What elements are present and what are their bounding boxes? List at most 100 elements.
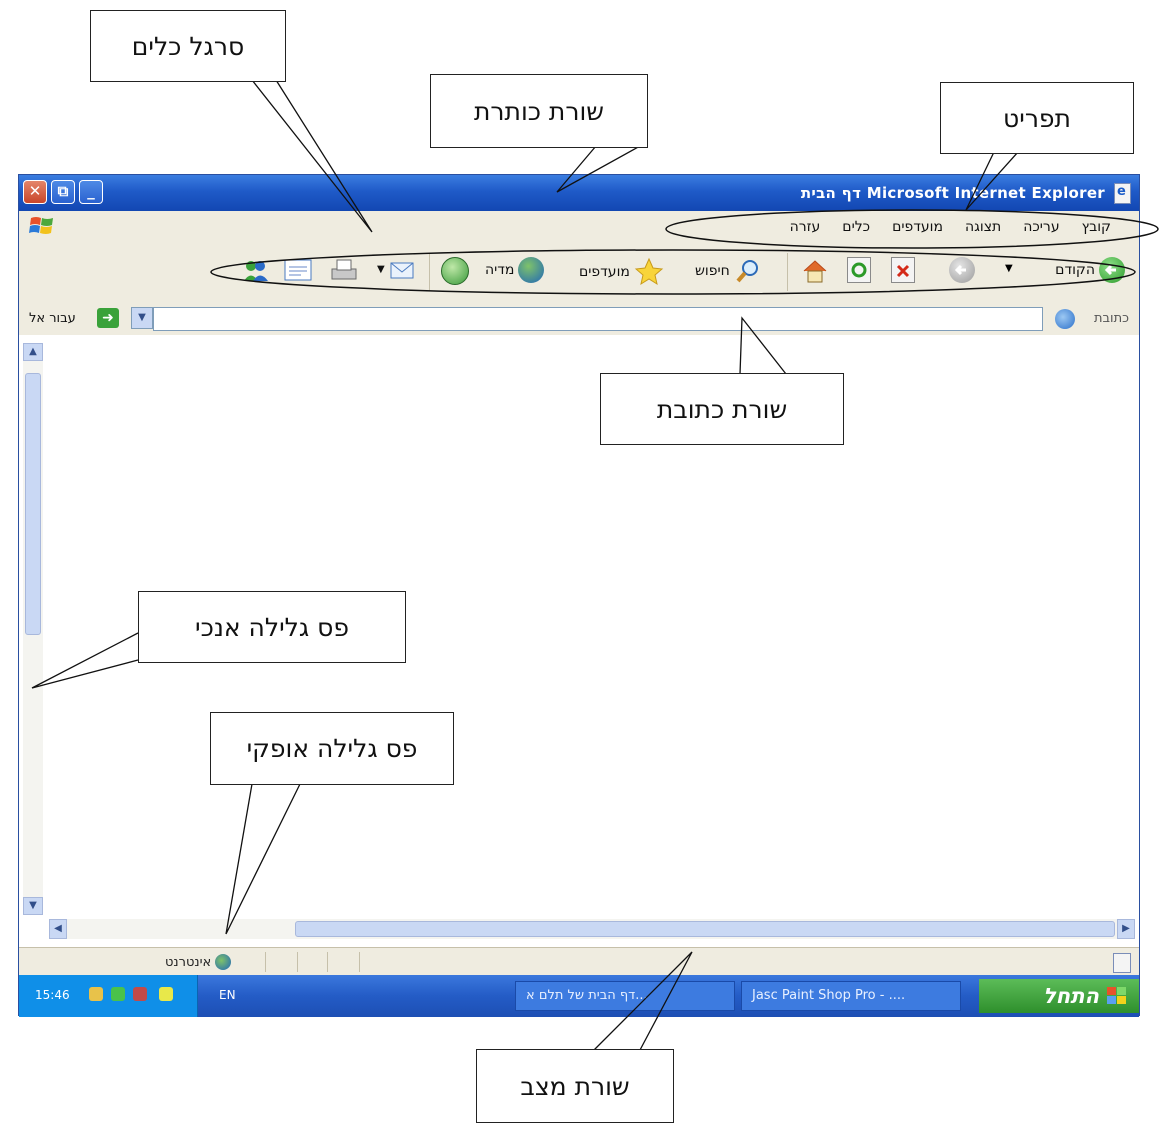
messenger-button[interactable] (241, 257, 271, 285)
refresh-button[interactable] (847, 257, 871, 283)
restore-button[interactable]: ⧉ (51, 180, 75, 204)
vertical-scroll-thumb[interactable] (25, 373, 41, 635)
search-button[interactable]: חיפוש (695, 257, 762, 285)
callout-vscroll-text: פס גלילה אנכי (195, 612, 349, 642)
system-tray: 15:46 (19, 975, 198, 1017)
task-label: דף הבית של תלם א... (526, 988, 648, 1003)
minimize-button[interactable]: _ (79, 180, 103, 204)
favorites-button[interactable]: מועדפים (579, 257, 664, 287)
close-button[interactable]: ✕ (23, 180, 47, 204)
menu-favorites[interactable]: מועדפים (892, 219, 943, 235)
status-bar: אינטרנט (19, 947, 1139, 976)
status-divider (327, 952, 328, 972)
taskbar-task-psp[interactable]: Jasc Paint Shop Pro - .... (741, 981, 961, 1011)
ie-page-icon (1114, 183, 1131, 204)
toolbar-separator (429, 253, 430, 291)
back-button[interactable]: הקודם (1055, 257, 1125, 283)
scroll-right-icon[interactable]: ▶ (1117, 919, 1135, 939)
menu-view[interactable]: תצוגה (965, 219, 1001, 235)
status-divider (359, 952, 360, 972)
scroll-up-icon[interactable]: ▲ (23, 343, 43, 361)
title-bar[interactable]: ✕ ⧉ _ דף הבית Microsoft Internet Explore… (19, 175, 1139, 211)
edit-button[interactable] (283, 257, 313, 283)
scroll-down-icon[interactable]: ▼ (23, 897, 43, 915)
callout-addressbar: שורת כתובת (600, 373, 844, 445)
home-icon (801, 257, 829, 285)
go-arrow-icon[interactable]: ➜ (97, 308, 119, 328)
callout-toolbar: סרגל כלים (90, 10, 286, 82)
mail-button[interactable]: ▼ (377, 257, 417, 281)
task-label: Jasc Paint Shop Pro - .... (752, 988, 906, 1003)
mail-icon (389, 257, 417, 281)
status-page-icon (1113, 953, 1131, 973)
taskbar: 15:46 EN דף הבית של תלם א... Jasc Paint … (19, 975, 1139, 1017)
callout-titlebar: שורת כותרת (430, 74, 648, 148)
favorites-icon (634, 257, 664, 287)
edit-icon (283, 257, 313, 283)
print-button[interactable] (329, 257, 359, 285)
media-label: מדיה (485, 262, 515, 278)
menu-bar: קובץ עריכה תצוגה מועדפים כלים עזרה (19, 211, 1139, 244)
callout-hscroll-text: פס גלילה אופקי (246, 734, 418, 763)
address-input[interactable] (153, 307, 1043, 331)
menu-tools[interactable]: כלים (842, 219, 870, 235)
callout-statusbar-text: שורת מצב (520, 1071, 630, 1101)
tray-icon[interactable] (159, 987, 173, 1001)
tray-icon[interactable] (111, 987, 125, 1001)
language-indicator[interactable]: EN (219, 988, 236, 1002)
clock: 15:46 (35, 988, 70, 1002)
horizontal-scrollbar[interactable]: ◀ ▶ (49, 919, 1135, 939)
callout-addressbar-text: שורת כתובת (656, 394, 788, 424)
taskbar-task-ie[interactable]: דף הבית של תלם א... (515, 981, 735, 1011)
windows-flag-icon (1107, 987, 1126, 1004)
status-zone: אינטרנט (165, 954, 232, 970)
mail-dropdown-icon[interactable]: ▼ (377, 264, 385, 275)
page-icon (1055, 309, 1075, 329)
media-icon (518, 257, 545, 283)
home-button[interactable] (801, 257, 829, 285)
address-bar: כתובת ▼ ➜ עבור אל (19, 303, 1139, 337)
start-button[interactable]: התחל (979, 979, 1139, 1013)
history-button[interactable] (441, 257, 469, 285)
menu-edit[interactable]: עריכה (1023, 219, 1059, 235)
tray-icon[interactable] (133, 987, 147, 1001)
back-icon (1099, 257, 1125, 283)
scroll-left-icon[interactable]: ◀ (49, 919, 67, 939)
address-label: כתובת (1093, 311, 1129, 326)
horizontal-scroll-thumb[interactable] (295, 921, 1115, 937)
forward-icon (949, 257, 975, 283)
menu-help[interactable]: עזרה (790, 219, 821, 235)
favorites-label: מועדפים (579, 264, 630, 280)
back-label: הקודם (1055, 262, 1095, 278)
callout-statusbar: שורת מצב (476, 1049, 674, 1123)
callout-hscroll: פס גלילה אופקי (210, 712, 454, 785)
menu-file[interactable]: קובץ (1082, 219, 1111, 235)
search-label: חיפוש (695, 263, 730, 279)
address-dropdown-icon[interactable]: ▼ (131, 307, 153, 329)
internet-globe-icon (215, 954, 232, 970)
stop-button[interactable] (891, 257, 915, 283)
callout-vscroll: פס גלילה אנכי (138, 591, 406, 663)
callout-titlebar-text: שורת כותרת (473, 96, 605, 126)
vertical-scrollbar[interactable]: ▲ ▼ (23, 343, 43, 915)
history-icon (441, 257, 469, 285)
messenger-icon (241, 257, 271, 285)
media-button[interactable]: מדיה (485, 257, 545, 283)
start-label: התחל (1043, 984, 1099, 1008)
callout-toolbar-text: סרגל כלים (131, 31, 245, 61)
tray-icon[interactable] (89, 987, 103, 1001)
forward-button[interactable] (949, 257, 975, 283)
toolbar-separator (787, 253, 788, 291)
refresh-icon (847, 257, 871, 283)
search-icon (734, 257, 762, 285)
status-divider (265, 952, 266, 972)
windows-logo-icon (29, 217, 53, 234)
print-icon (329, 257, 359, 285)
window-title: דף הבית Microsoft Internet Explorer (800, 184, 1105, 202)
back-dropdown-icon[interactable]: ▼ (1005, 263, 1013, 274)
toolbar: הקודם ▼ חיפוש מועדפים מדיה ▼ (19, 243, 1139, 304)
callout-menu: תפריט (940, 82, 1134, 154)
go-label[interactable]: עבור אל (29, 311, 76, 326)
menu-items: קובץ עריכה תצוגה מועדפים כלים עזרה (790, 219, 1111, 235)
zone-label: אינטרנט (165, 954, 212, 970)
